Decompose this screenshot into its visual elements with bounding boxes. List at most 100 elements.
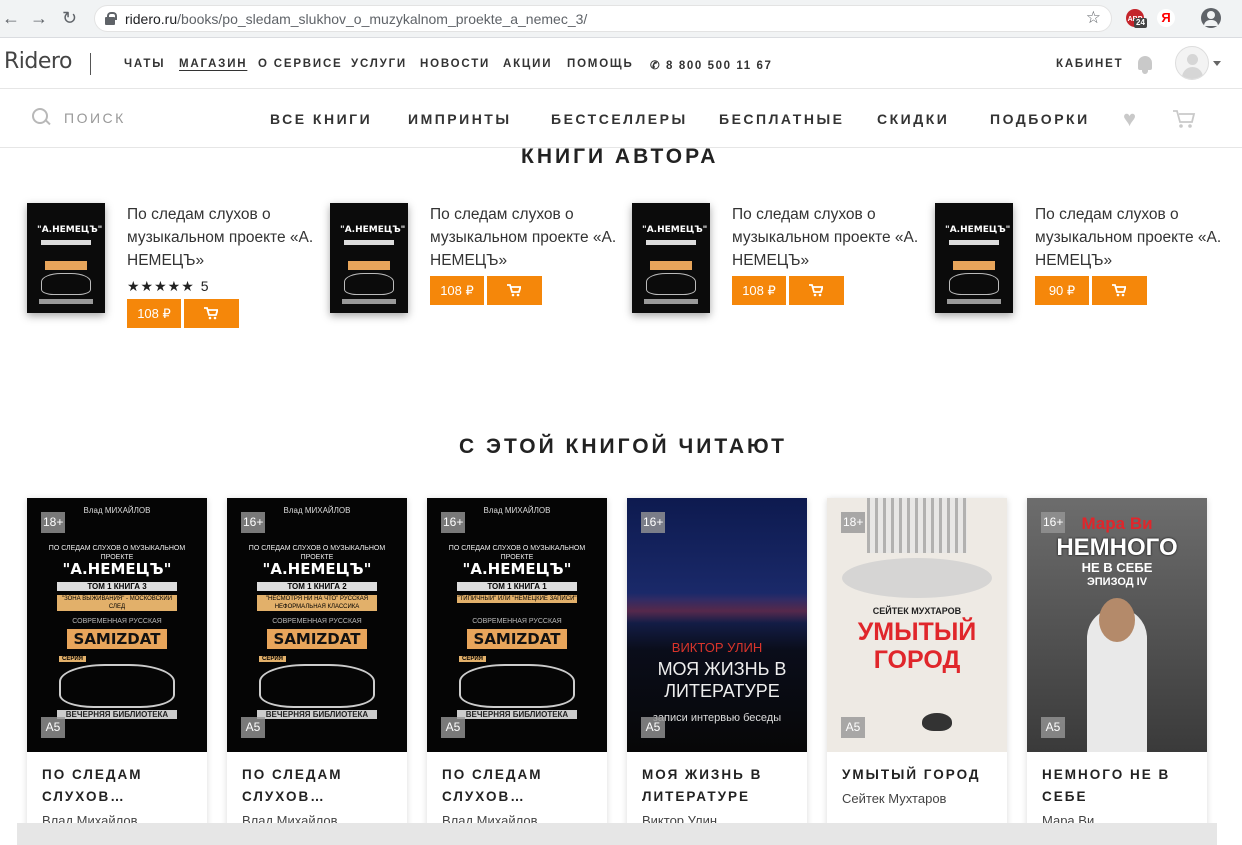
search-input[interactable]: ПОИСК xyxy=(64,110,126,126)
shopnav-imprints[interactable]: ИМПРИНТЫ xyxy=(408,111,512,127)
notification-bell-icon[interactable] xyxy=(1135,55,1155,75)
search-icon[interactable] xyxy=(32,108,50,126)
book-title[interactable]: По следам слухов о музыкальном проекте «… xyxy=(732,203,922,272)
bookmark-star-icon[interactable]: ☆ xyxy=(1086,8,1101,28)
topnav-promo[interactable]: АКЦИИ xyxy=(503,58,552,70)
add-to-cart-button[interactable] xyxy=(487,276,542,305)
book-cover[interactable]: "А.НЕМЕЦЪ" xyxy=(330,203,408,313)
topnav-chats[interactable]: ЧАТЫ xyxy=(124,58,165,70)
book-card[interactable]: СЕЙТЕК МУХТАРОВ УМЫТЫЙ ГОРОД 18+ A5 УМЫТЫЙ Г… xyxy=(827,498,1007,845)
author-book-card: "А.НЕМЕЦЪ" По следам слухов о музыкальном… xyxy=(935,203,1225,343)
cover-bottom-band xyxy=(39,299,93,304)
logo-divider xyxy=(90,53,91,75)
url-text: ridero.ru/books/po_sledam_slukhov_o_muzy… xyxy=(125,11,588,27)
shopnav-free[interactable]: БЕСПЛАТНЫЕ xyxy=(719,111,845,127)
topnav-services[interactable]: УСЛУГИ xyxy=(351,58,407,70)
cover-band xyxy=(41,240,91,245)
book-cover[interactable]: Влад МИХАЙЛОВ ПО СЛЕДАМ СЛУХОВ О МУЗЫКАЛЬ… xyxy=(427,498,607,752)
shopnav-collections[interactable]: ПОДБОРКИ xyxy=(990,111,1090,127)
tank-illustration xyxy=(459,664,575,708)
book-title[interactable]: По следам слухов о музыкальном проекте «… xyxy=(1035,203,1225,272)
book-cover[interactable]: ВИКТОР УЛИН МОЯ ЖИЗНЬ В ЛИТЕРАТУРЕ записи … xyxy=(627,498,807,752)
address-bar[interactable]: ridero.ru/books/po_sledam_slukhov_o_muzy… xyxy=(94,5,1112,32)
format-badge: A5 xyxy=(241,717,265,738)
book-title[interactable]: По следам слухов о музыкальном проекте «… xyxy=(430,203,620,272)
shopnav-all-books[interactable]: ВСЕ КНИГИ xyxy=(270,111,372,127)
price-button[interactable]: 108 ₽ xyxy=(732,276,786,305)
book-cover[interactable]: "А.НЕМЕЦЪ" xyxy=(632,203,710,313)
face-illustration xyxy=(1099,598,1135,642)
clouds-illustration xyxy=(842,558,992,598)
city-lights xyxy=(627,593,807,623)
cover-author: СЕЙТЕК МУХТАРОВ xyxy=(872,606,962,616)
rating-count: 5 xyxy=(200,278,209,294)
cover-bottom-band xyxy=(342,299,396,304)
cover-series-band xyxy=(650,261,692,270)
book-title[interactable]: По следам слухов о музыкальном проекте «… xyxy=(127,203,317,272)
cover-series-band xyxy=(348,261,390,270)
book-card[interactable]: Влад МИХАЙЛОВ ПО СЛЕДАМ СЛУХОВ О МУЗЫКАЛЬ… xyxy=(27,498,207,845)
yandex-extension-icon[interactable]: Я xyxy=(1157,9,1175,27)
cover-name: "А.НЕМЕЦЪ" xyxy=(945,225,1011,235)
cart-icon[interactable] xyxy=(1172,109,1196,129)
tank-illustration xyxy=(41,273,91,295)
chevron-down-icon[interactable] xyxy=(1213,61,1221,66)
lock-icon xyxy=(105,12,117,25)
shopnav-discounts[interactable]: СКИДКИ xyxy=(877,111,949,127)
book-cover[interactable]: Влад МИХАЙЛОВ ПО СЛЕДАМ СЛУХОВ О МУЗЫКАЛЬ… xyxy=(27,498,207,752)
cover-name: "А.НЕМЕЦЪ" xyxy=(340,225,406,235)
rating: ★★★★★ 5 xyxy=(127,278,317,295)
tank-illustration xyxy=(949,273,999,295)
book-cover[interactable]: Мара Ви НЕМНОГО НЕ В СЕБЕ ЭПИЗОД IV xyxy=(1027,498,1207,752)
forward-icon[interactable]: → xyxy=(30,8,48,28)
book-title[interactable]: НЕМНОГО НЕ В СЕБЕ xyxy=(1042,764,1197,808)
format-badge: A5 xyxy=(1041,717,1065,738)
topnav-about[interactable]: О СЕРВИСЕ xyxy=(258,58,343,70)
book-cover[interactable]: "А.НЕМЕЦЪ" xyxy=(27,203,105,313)
topnav-news[interactable]: НОВОСТИ xyxy=(420,58,490,70)
cover-episode: ЭПИЗОД IV xyxy=(1086,576,1148,588)
book-card[interactable]: Влад МИХАЙЛОВ ПО СЛЕДАМ СЛУХОВ О МУЗЫКАЛЬ… xyxy=(227,498,407,845)
book-card[interactable]: Мара Ви НЕМНОГО НЕ В СЕБЕ ЭПИЗОД IV 16+ A5 НЕМ… xyxy=(1027,498,1207,845)
author-book-card: "А.НЕМЕЦЪ" По следам слухов о музыкальном… xyxy=(27,203,317,343)
browser-profile-icon[interactable] xyxy=(1201,8,1221,28)
phone-number[interactable]: ✆ 8 800 500 11 67 xyxy=(650,58,773,72)
book-cover[interactable]: Влад МИХАЙЛОВ ПО СЛЕДАМ СЛУХОВ О МУЗЫКАЛЬ… xyxy=(227,498,407,752)
shopnav-bestsellers[interactable]: БЕСТСЕЛЛЕРЫ xyxy=(551,111,688,127)
back-icon[interactable]: ← xyxy=(2,8,20,28)
book-card[interactable]: Влад МИХАЙЛОВ ПО СЛЕДАМ СЛУХОВ О МУЗЫКАЛЬ… xyxy=(427,498,607,845)
cover-series-top: СОВРЕМЕННАЯ РУССКАЯ xyxy=(272,618,362,625)
cover-volume: ТОМ 1 КНИГА 1 xyxy=(457,582,577,591)
reload-icon[interactable]: ↻ xyxy=(62,8,77,28)
format-badge: A5 xyxy=(41,717,65,738)
cabinet-link[interactable]: КАБИНЕТ xyxy=(1056,58,1123,70)
book-card[interactable]: ВИКТОР УЛИН МОЯ ЖИЗНЬ В ЛИТЕРАТУРЕ записи … xyxy=(627,498,807,845)
book-author[interactable]: Сейтек Мухтаров xyxy=(842,791,946,806)
topnav-help[interactable]: ПОМОЩЬ xyxy=(567,58,634,70)
cover-series: SAMIZDAT xyxy=(66,629,168,649)
heart-icon[interactable]: ♥ xyxy=(1123,108,1136,130)
price-button[interactable]: 90 ₽ xyxy=(1035,276,1089,305)
book-title[interactable]: ПО СЛЕДАМ СЛУХОВ… xyxy=(442,764,597,808)
price-button[interactable]: 108 ₽ xyxy=(430,276,484,305)
add-to-cart-button[interactable] xyxy=(789,276,844,305)
book-title[interactable]: ПО СЛЕДАМ СЛУХОВ… xyxy=(42,764,197,808)
cover-library: ВЕЧЕРНЯЯ БИБЛИОТЕКА xyxy=(257,710,377,719)
read-with-heading: С ЭТОЙ КНИГОЙ ЧИТАЮТ xyxy=(459,435,787,458)
adblock-extension-icon[interactable]: ABP24 xyxy=(1126,9,1147,28)
add-to-cart-button[interactable] xyxy=(184,299,239,328)
book-cover[interactable]: "А.НЕМЕЦЪ" xyxy=(935,203,1013,313)
cover-title: НЕМНОГО xyxy=(1056,534,1178,561)
tank-illustration xyxy=(259,664,375,708)
book-title[interactable]: УМЫТЫЙ ГОРОД xyxy=(842,764,997,786)
topnav-shop[interactable]: МАГАЗИН xyxy=(179,58,247,70)
user-avatar[interactable] xyxy=(1175,46,1209,80)
book-title[interactable]: ПО СЛЕДАМ СЛУХОВ… xyxy=(242,764,397,808)
ridero-logo[interactable]: Ridero xyxy=(4,49,72,74)
age-rating-badge: 16+ xyxy=(441,512,466,533)
book-title[interactable]: МОЯ ЖИЗНЬ В ЛИТЕРАТУРЕ xyxy=(642,764,797,808)
add-to-cart-button[interactable] xyxy=(1092,276,1147,305)
price-button[interactable]: 108 ₽ xyxy=(127,299,181,328)
book-cover[interactable]: СЕЙТЕК МУХТАРОВ УМЫТЫЙ ГОРОД xyxy=(827,498,1007,752)
cover-library: ВЕЧЕРНЯЯ БИБЛИОТЕКА xyxy=(457,710,577,719)
